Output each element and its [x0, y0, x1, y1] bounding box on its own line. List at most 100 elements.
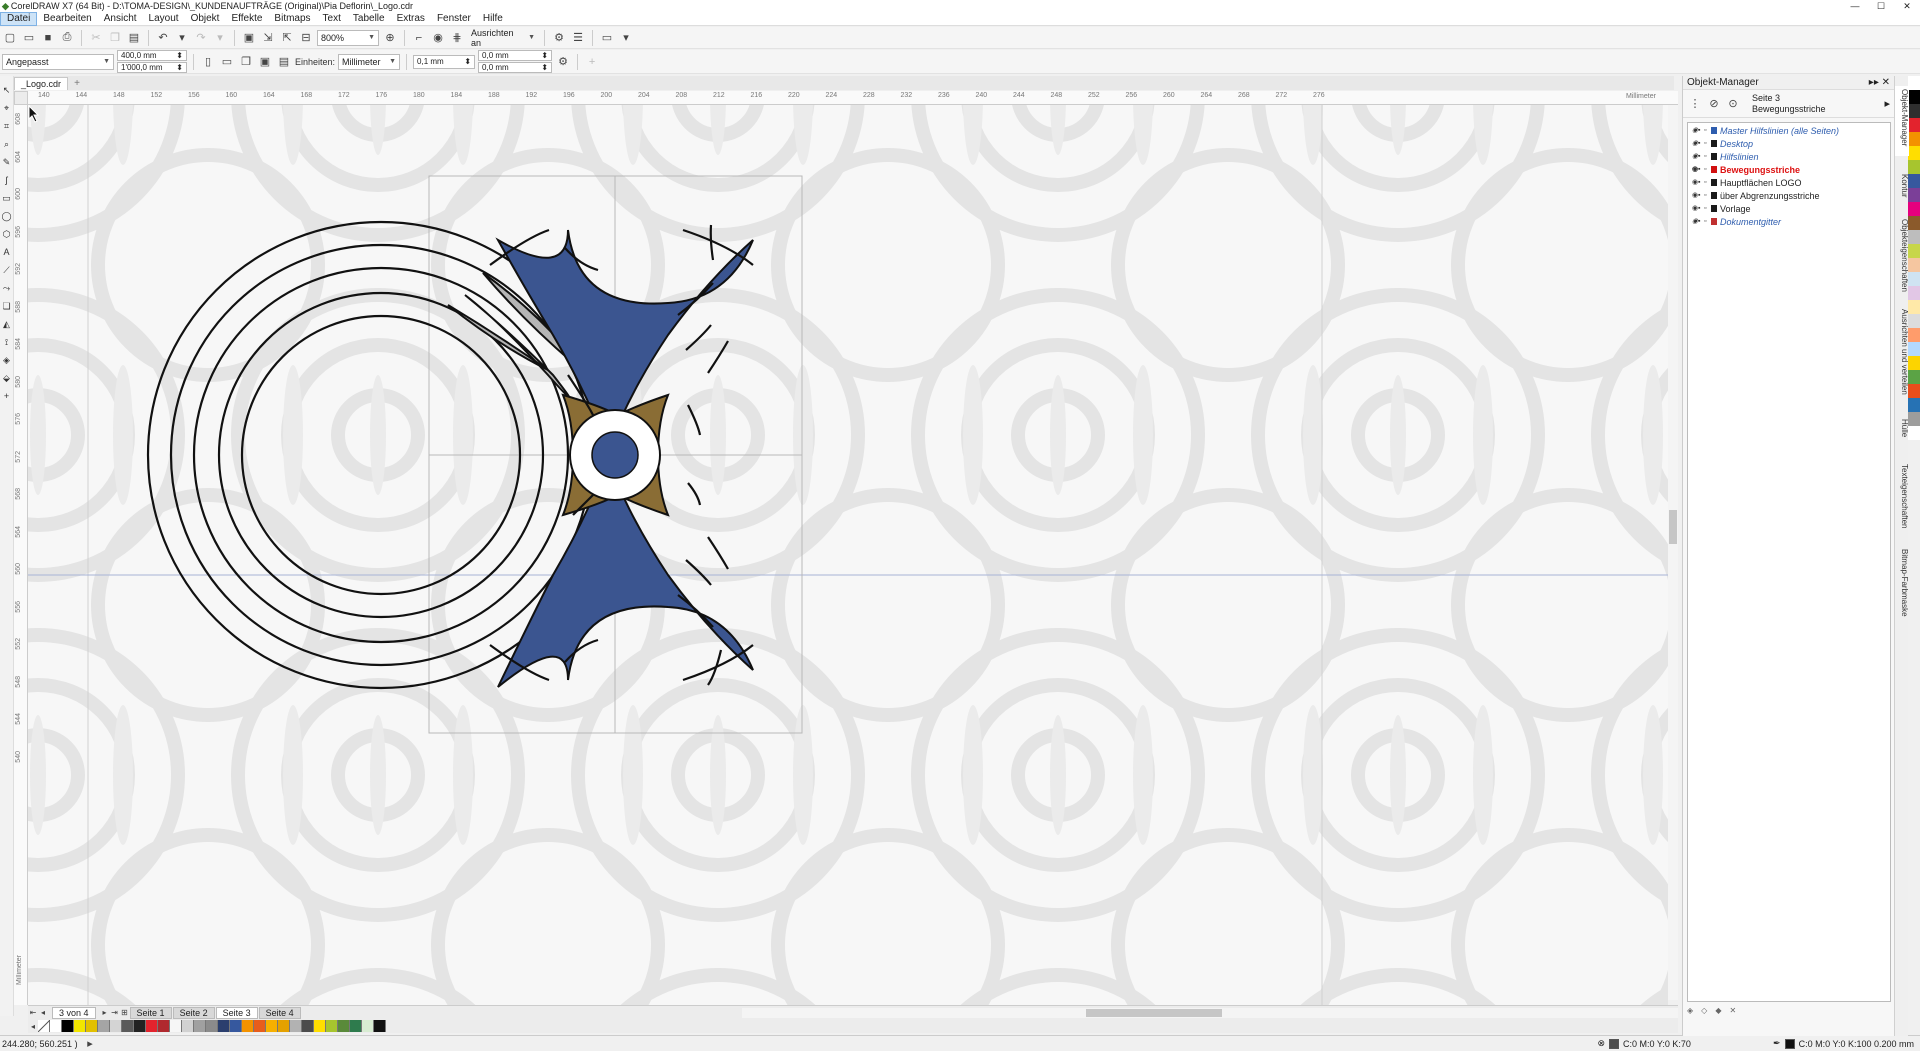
layer-row[interactable]: ◉ ▪ ▫ Bewegungsstriche	[1688, 163, 1890, 176]
docker-tab[interactable]: Hülle	[1895, 416, 1909, 451]
color-swatch[interactable]	[1908, 370, 1920, 384]
full-screen-icon[interactable]: ⊕	[382, 30, 398, 46]
new-layer-icon[interactable]: ◈	[1687, 1006, 1693, 1018]
color-swatch[interactable]	[1908, 384, 1920, 398]
printer-icon[interactable]: ▪	[1698, 205, 1703, 212]
docker-tab[interactable]: Kontur	[1895, 171, 1909, 206]
launch-icon[interactable]: ▭	[599, 30, 615, 46]
menu-tabelle[interactable]: Tabelle	[347, 12, 391, 26]
previous-page-icon[interactable]: ◂	[38, 1008, 48, 1017]
eye-icon[interactable]: ◉	[1692, 127, 1698, 134]
import-icon[interactable]: ⇲	[260, 30, 276, 46]
printer-icon[interactable]: ▪	[1698, 127, 1703, 134]
add-tool-icon[interactable]: +	[1, 390, 13, 402]
rectangle-tool-icon[interactable]: ▭	[1, 192, 13, 204]
color-swatch[interactable]	[134, 1020, 146, 1032]
color-swatch[interactable]	[362, 1020, 374, 1032]
menu-datei[interactable]: Datei	[0, 11, 38, 26]
menu-extras[interactable]: Extras	[391, 12, 431, 26]
menu-effekte[interactable]: Effekte	[225, 12, 268, 26]
color-swatch[interactable]	[158, 1020, 170, 1032]
color-swatch[interactable]	[1908, 258, 1920, 272]
landscape-icon[interactable]: ▭	[219, 54, 235, 70]
color-swatch[interactable]	[1908, 188, 1920, 202]
docker-controls[interactable]: ▸▸ ✕	[1869, 77, 1890, 88]
printer-icon[interactable]: ▪	[1698, 192, 1703, 199]
color-swatch[interactable]	[314, 1020, 326, 1032]
color-swatch[interactable]	[122, 1020, 134, 1032]
undo-icon[interactable]: ↶	[155, 30, 171, 46]
new-tab-icon[interactable]: +	[70, 78, 84, 90]
color-swatch[interactable]	[206, 1020, 218, 1032]
lock-icon[interactable]: ▫	[1704, 140, 1709, 147]
layer-row[interactable]: ◉ ▪ ▫ Vorlage	[1688, 202, 1890, 215]
view-mode-icon[interactable]: ◉	[430, 30, 446, 46]
horizontal-scrollbar[interactable]	[741, 1007, 1678, 1018]
color-swatch[interactable]	[1908, 104, 1920, 118]
transparency-icon[interactable]: ◭	[1, 318, 13, 330]
layer-row[interactable]: ◉ ▪ ▫ über Abgrenzungsstriche	[1688, 189, 1890, 202]
units-combo[interactable]: Millimeter ▼	[338, 53, 401, 70]
lock-icon[interactable]: ▫	[1704, 179, 1709, 186]
color-swatch[interactable]	[86, 1020, 98, 1032]
new-master-layer-icon[interactable]: ◇	[1701, 1006, 1707, 1018]
page-preset-combo[interactable]: Angepasst ▼	[2, 53, 114, 70]
horizontal-scroll-thumb[interactable]	[1085, 1008, 1222, 1017]
search-content-icon[interactable]: ▣	[241, 30, 257, 46]
color-swatch[interactable]	[1908, 356, 1920, 370]
color-swatch[interactable]	[374, 1020, 386, 1032]
redo-dropdown-icon[interactable]: ▾	[212, 30, 228, 46]
color-swatch[interactable]	[1908, 160, 1920, 174]
status-play-icon[interactable]: ▸	[82, 1036, 98, 1051]
ruler-origin[interactable]	[14, 91, 28, 105]
color-swatch[interactable]	[182, 1020, 194, 1032]
options-icon[interactable]: ⚙	[555, 54, 571, 70]
color-swatch[interactable]	[1908, 132, 1920, 146]
color-swatch[interactable]	[98, 1020, 110, 1032]
paste-icon[interactable]: ▤	[126, 30, 142, 46]
application-launcher-icon[interactable]: ☰	[570, 30, 586, 46]
color-swatch[interactable]	[1908, 426, 1920, 440]
color-swatch[interactable]	[1908, 314, 1920, 328]
layer-color-chip[interactable]	[1711, 140, 1717, 147]
printer-icon[interactable]: ▪	[1698, 218, 1703, 225]
lock-icon[interactable]: ▫	[1704, 192, 1709, 199]
page-tab-3[interactable]: Seite 3	[215, 1006, 258, 1019]
document-tab[interactable]: _Logo.cdr	[14, 77, 69, 90]
launch-dropdown-icon[interactable]: ▾	[618, 30, 634, 46]
docker-tab[interactable]: Ausrichten und verteilen	[1895, 306, 1909, 406]
color-swatch[interactable]	[254, 1020, 266, 1032]
color-swatch[interactable]	[1908, 230, 1920, 244]
horizontal-ruler[interactable]: Millimeter 140 144 148 152 156 160 164 168 172 17…	[28, 91, 1678, 105]
lock-icon[interactable]: ▫	[1704, 218, 1709, 225]
color-swatch[interactable]	[170, 1020, 182, 1032]
ellipse-tool-icon[interactable]: ◯	[1, 210, 13, 222]
layer-color-chip[interactable]	[1711, 127, 1717, 134]
color-swatch[interactable]	[1908, 398, 1920, 412]
layer-row[interactable]: ◉ ▪ ▫ Hilfslinien	[1688, 150, 1890, 163]
page-layout-icon[interactable]: ▤	[276, 54, 292, 70]
page-tab-1[interactable]: Seite 1	[129, 1006, 172, 1019]
lock-icon[interactable]: ▫	[1704, 153, 1709, 160]
color-swatch[interactable]	[50, 1020, 62, 1032]
duplicate-x-field[interactable]: 0,0 mm ⬍	[478, 50, 553, 61]
snap-icon[interactable]: ⋕	[449, 30, 465, 46]
color-swatch[interactable]	[62, 1020, 74, 1032]
snap-to-dropdown[interactable]: Ausrichten an ▼	[468, 28, 538, 48]
no-fill-swatch[interactable]	[37, 1019, 51, 1033]
color-swatch[interactable]	[218, 1020, 230, 1032]
close-button[interactable]: ✕	[1894, 1, 1920, 12]
drop-shadow-icon[interactable]: ❏	[1, 300, 13, 312]
color-swatch[interactable]	[1908, 286, 1920, 300]
color-swatch[interactable]	[1908, 216, 1920, 230]
menu-ansicht[interactable]: Ansicht	[98, 12, 143, 26]
color-swatch[interactable]	[1908, 272, 1920, 286]
vertical-scroll-thumb[interactable]	[1669, 510, 1677, 544]
undo-dropdown-icon[interactable]: ▾	[174, 30, 190, 46]
current-page-icon[interactable]: ▣	[257, 54, 273, 70]
zoom-combo[interactable]: 800% ▼	[317, 29, 379, 46]
color-swatch[interactable]	[230, 1020, 242, 1032]
color-swatch[interactable]	[266, 1020, 278, 1032]
vertical-scrollbar[interactable]	[1668, 105, 1678, 1000]
eye-icon[interactable]: ◉	[1692, 140, 1698, 147]
